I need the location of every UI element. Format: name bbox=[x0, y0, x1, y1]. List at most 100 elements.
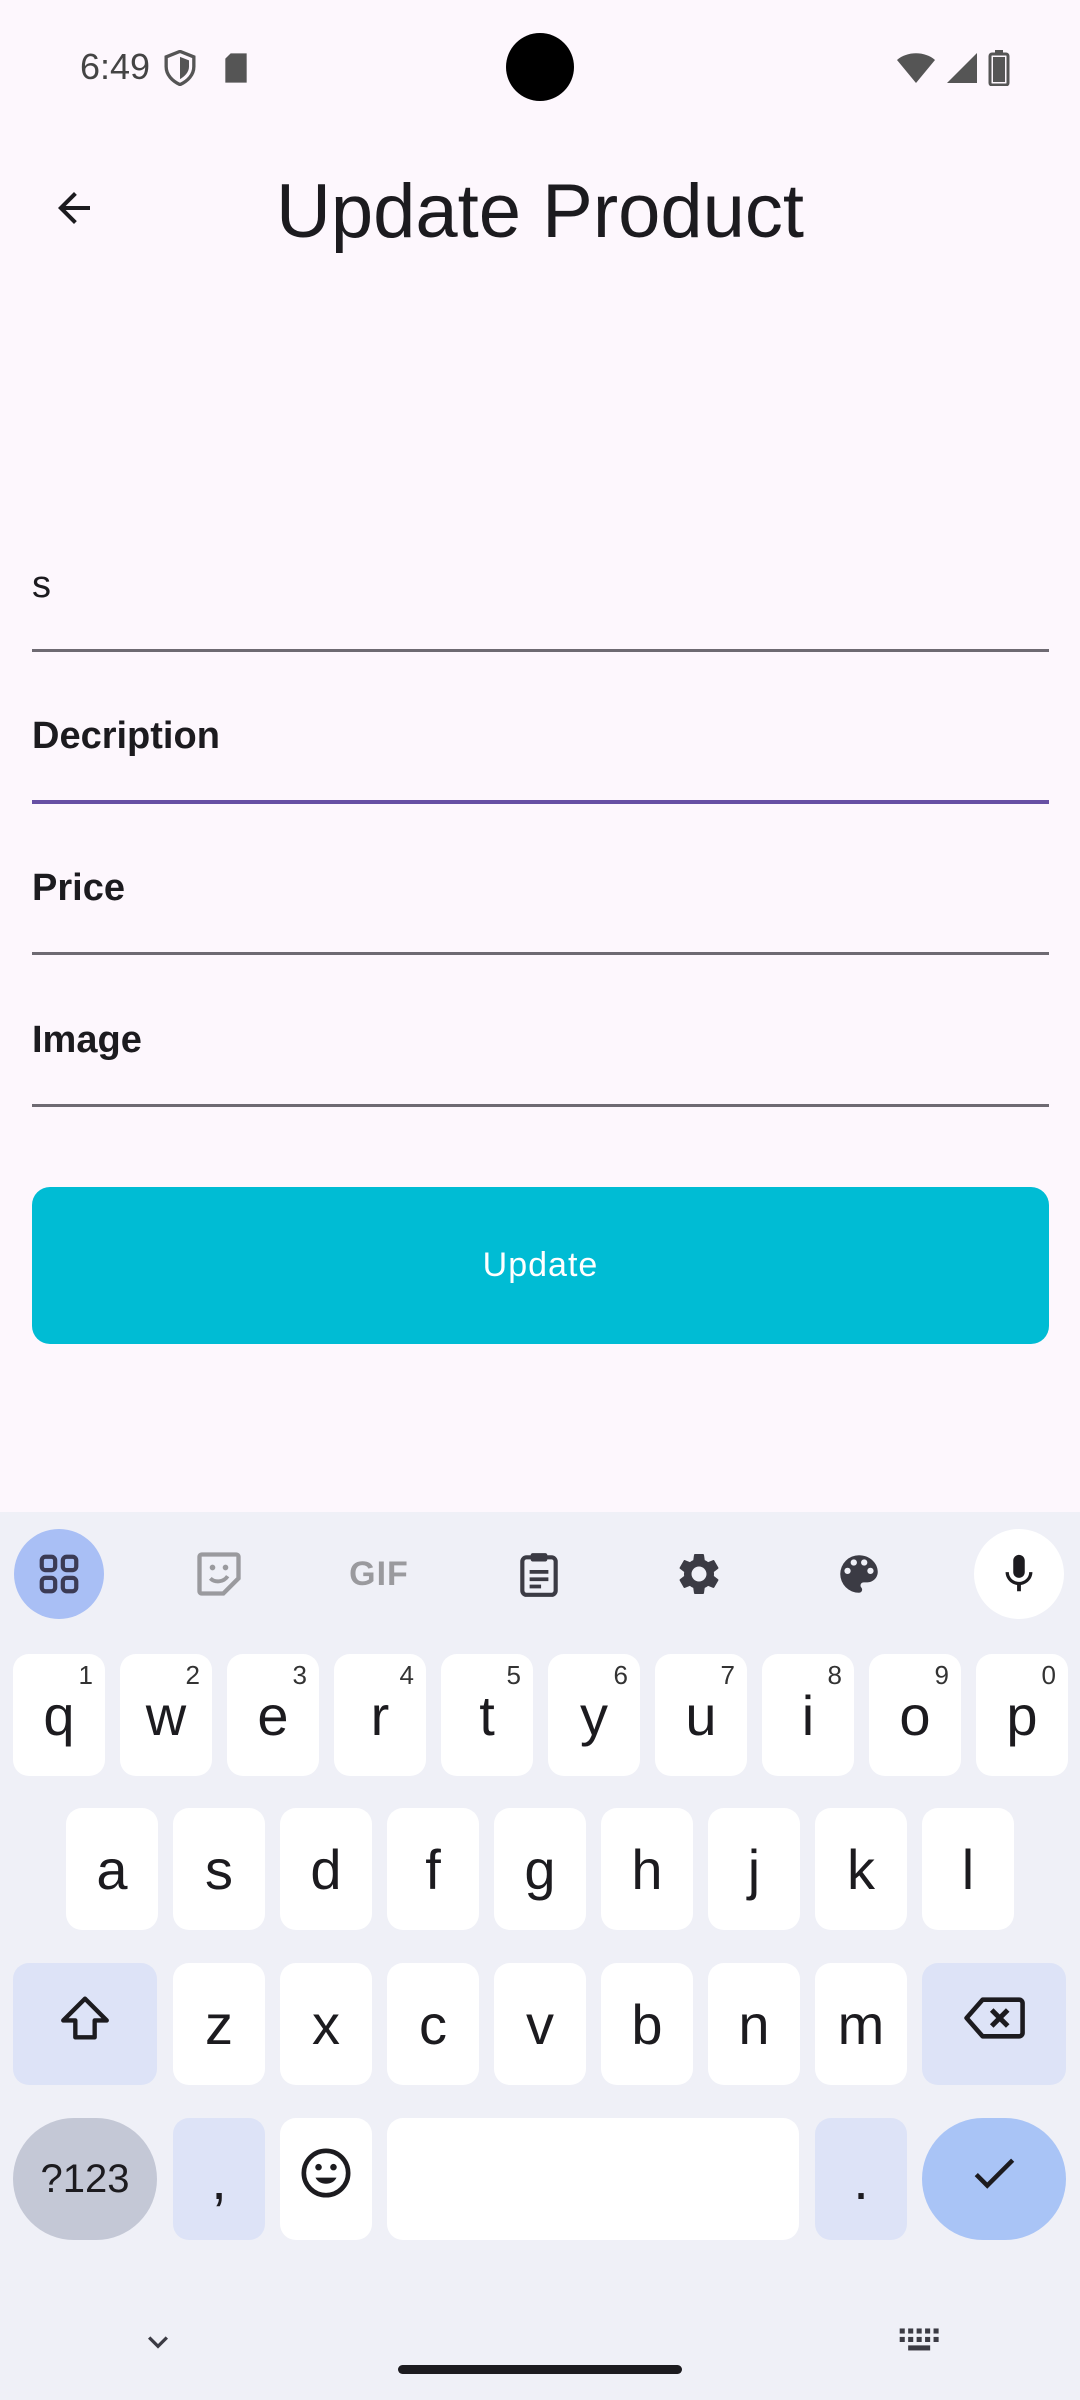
comma-label: , bbox=[211, 2147, 227, 2211]
key-w[interactable]: w2 bbox=[120, 1654, 212, 1776]
keyboard: GIF bbox=[0, 1512, 1080, 2400]
sticker-icon[interactable] bbox=[174, 1529, 264, 1619]
period-key[interactable]: . bbox=[815, 2118, 907, 2240]
key-label: t bbox=[479, 1683, 495, 1747]
key-label: s bbox=[205, 1837, 233, 1901]
key-z[interactable]: z bbox=[173, 1963, 265, 2085]
key-c[interactable]: c bbox=[387, 1963, 479, 2085]
clipboard-icon[interactable] bbox=[494, 1529, 584, 1619]
key-j[interactable]: j bbox=[708, 1808, 800, 1930]
key-k[interactable]: k bbox=[815, 1808, 907, 1930]
key-hint: 3 bbox=[292, 1660, 307, 1690]
key-p[interactable]: p0 bbox=[976, 1654, 1068, 1776]
key-t[interactable]: t5 bbox=[441, 1654, 533, 1776]
camera-cutout bbox=[506, 33, 574, 101]
key-label: o bbox=[899, 1683, 931, 1747]
backspace-key[interactable] bbox=[922, 1963, 1066, 2085]
key-f[interactable]: f bbox=[387, 1808, 479, 1930]
emoji-key[interactable] bbox=[280, 2118, 372, 2240]
wifi-icon bbox=[896, 52, 936, 89]
key-label: e bbox=[257, 1683, 289, 1747]
key-label: h bbox=[631, 1837, 663, 1901]
mic-icon[interactable] bbox=[974, 1529, 1064, 1619]
key-a[interactable]: a bbox=[66, 1808, 158, 1930]
chevron-down-icon[interactable] bbox=[138, 2322, 178, 2367]
palette-icon[interactable] bbox=[814, 1529, 904, 1619]
key-m[interactable]: m bbox=[815, 1963, 907, 2085]
backspace-icon bbox=[962, 1989, 1026, 2060]
key-label: d bbox=[310, 1837, 342, 1901]
description-field-label: Decription bbox=[32, 715, 220, 757]
key-hint: 7 bbox=[720, 1660, 735, 1690]
check-icon bbox=[967, 2146, 1021, 2213]
key-label: u bbox=[685, 1683, 717, 1747]
app-bar: Update Product bbox=[0, 140, 1080, 280]
apps-icon[interactable] bbox=[14, 1529, 104, 1619]
price-field[interactable]: Price bbox=[32, 837, 1049, 955]
key-i[interactable]: i8 bbox=[762, 1654, 854, 1776]
keyboard-switch-icon[interactable] bbox=[898, 2325, 942, 2364]
key-label: k bbox=[847, 1837, 875, 1901]
key-hint: 5 bbox=[506, 1660, 521, 1690]
cell-signal-icon bbox=[946, 52, 978, 89]
key-label: v bbox=[526, 1992, 554, 2056]
key-o[interactable]: o9 bbox=[869, 1654, 961, 1776]
key-n[interactable]: n bbox=[708, 1963, 800, 2085]
key-s[interactable]: s bbox=[173, 1808, 265, 1930]
gif-button[interactable]: GIF bbox=[334, 1529, 424, 1619]
emoji-icon bbox=[298, 2145, 354, 2214]
key-label: a bbox=[96, 1837, 128, 1901]
key-x[interactable]: x bbox=[280, 1963, 372, 2085]
key-d[interactable]: d bbox=[280, 1808, 372, 1930]
image-field-label: Image bbox=[32, 1019, 142, 1061]
key-h[interactable]: h bbox=[601, 1808, 693, 1930]
key-label: z bbox=[205, 1992, 233, 2056]
key-l[interactable]: l bbox=[922, 1808, 1014, 1930]
key-b[interactable]: b bbox=[601, 1963, 693, 2085]
key-label: x bbox=[312, 1992, 340, 2056]
settings-icon[interactable] bbox=[654, 1529, 744, 1619]
key-u[interactable]: u7 bbox=[655, 1654, 747, 1776]
symbols-label: ?123 bbox=[40, 2156, 130, 2201]
shift-icon bbox=[56, 1989, 114, 2060]
description-field[interactable]: Decription bbox=[32, 686, 1049, 804]
key-hint: 4 bbox=[399, 1660, 414, 1690]
sd-card-icon bbox=[222, 52, 250, 89]
key-label: p bbox=[1006, 1683, 1038, 1747]
key-label: m bbox=[837, 1992, 885, 2056]
symbols-key[interactable]: ?123 bbox=[13, 2118, 157, 2240]
price-field-label: Price bbox=[32, 867, 125, 909]
comma-key[interactable]: , bbox=[173, 2118, 265, 2240]
name-field-value: s bbox=[32, 564, 51, 606]
space-key[interactable] bbox=[387, 2118, 799, 2240]
keyboard-bottom-bar bbox=[0, 2300, 1080, 2400]
shield-icon bbox=[163, 49, 197, 91]
update-button[interactable]: Update bbox=[32, 1187, 1049, 1344]
key-hint: 9 bbox=[934, 1660, 949, 1690]
period-label: . bbox=[853, 2147, 869, 2211]
status-bar: 6:49 bbox=[0, 0, 1080, 135]
gesture-nav-handle[interactable] bbox=[398, 2365, 682, 2374]
name-field[interactable]: s bbox=[32, 534, 1049, 652]
key-label: f bbox=[425, 1837, 441, 1901]
key-hint: 0 bbox=[1041, 1660, 1056, 1690]
key-v[interactable]: v bbox=[494, 1963, 586, 2085]
image-field[interactable]: Image bbox=[32, 989, 1049, 1107]
key-label: i bbox=[801, 1683, 815, 1747]
key-q[interactable]: q1 bbox=[13, 1654, 105, 1776]
key-y[interactable]: y6 bbox=[548, 1654, 640, 1776]
key-label: r bbox=[370, 1683, 390, 1747]
battery-icon bbox=[988, 50, 1010, 91]
key-g[interactable]: g bbox=[494, 1808, 586, 1930]
key-hint: 1 bbox=[78, 1660, 93, 1690]
shift-key[interactable] bbox=[13, 1963, 157, 2085]
page-title: Update Product bbox=[275, 169, 805, 254]
key-label: c bbox=[419, 1992, 447, 2056]
enter-key[interactable] bbox=[922, 2118, 1066, 2240]
key-hint: 2 bbox=[185, 1660, 200, 1690]
key-e[interactable]: e3 bbox=[227, 1654, 319, 1776]
key-r[interactable]: r4 bbox=[334, 1654, 426, 1776]
key-label: y bbox=[580, 1683, 608, 1747]
key-label: l bbox=[961, 1837, 975, 1901]
key-label: w bbox=[145, 1683, 187, 1747]
